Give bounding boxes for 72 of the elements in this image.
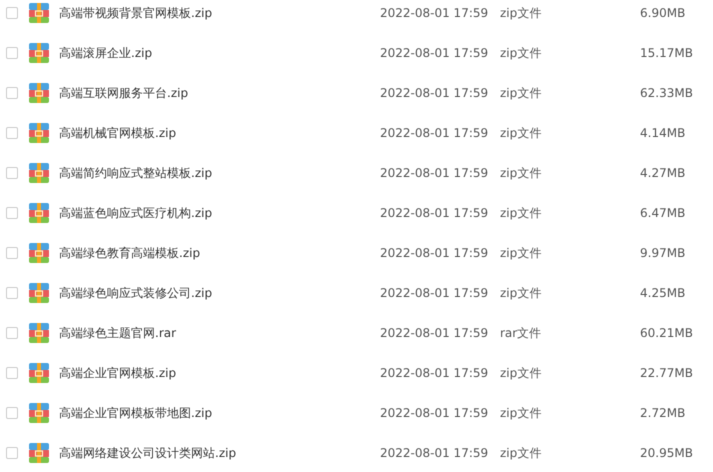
checkbox[interactable]	[6, 367, 18, 379]
file-size: 6.90MB	[640, 6, 686, 20]
checkbox[interactable]	[6, 47, 18, 59]
file-name[interactable]: 高端机械官网模板.zip	[59, 124, 380, 142]
file-type: zip文件	[500, 364, 542, 382]
file-type: zip文件	[500, 444, 542, 462]
file-name[interactable]: 高端带视频背景官网模板.zip	[59, 4, 380, 22]
checkbox[interactable]	[6, 127, 18, 139]
modified-date: 2022-08-01 17:59	[380, 6, 490, 20]
file-type: zip文件	[500, 4, 542, 22]
file-size: 22.77MB	[640, 366, 693, 380]
file-type: zip文件	[500, 44, 542, 62]
modified-date: 2022-08-01 17:59	[380, 446, 490, 460]
file-size: 60.21MB	[640, 326, 693, 340]
checkbox[interactable]	[6, 7, 18, 19]
archive-icon	[29, 203, 49, 223]
archive-icon	[29, 123, 49, 143]
modified-date: 2022-08-01 17:59	[380, 286, 490, 300]
file-type: zip文件	[500, 204, 542, 222]
file-type: zip文件	[500, 244, 542, 262]
file-size: 9.97MB	[640, 246, 686, 260]
modified-date: 2022-08-01 17:59	[380, 406, 490, 420]
file-size: 6.47MB	[640, 206, 686, 220]
file-name[interactable]: 高端互联网服务平台.zip	[59, 84, 380, 102]
checkbox[interactable]	[6, 247, 18, 259]
checkbox[interactable]	[6, 167, 18, 179]
checkbox[interactable]	[6, 207, 18, 219]
file-type: zip文件	[500, 284, 542, 302]
file-name[interactable]: 高端绿色响应式装修公司.zip	[59, 284, 380, 302]
checkbox[interactable]	[6, 447, 18, 459]
file-size: 62.33MB	[640, 86, 693, 100]
file-name[interactable]: 高端绿色教育高端模板.zip	[59, 244, 380, 262]
file-type: zip文件	[500, 164, 542, 182]
file-size: 4.14MB	[640, 126, 686, 140]
file-name[interactable]: 高端绿色主题官网.rar	[59, 324, 380, 342]
modified-date: 2022-08-01 17:59	[380, 326, 490, 340]
modified-date: 2022-08-01 17:59	[380, 206, 490, 220]
file-size: 20.95MB	[640, 446, 693, 460]
file-name[interactable]: 高端简约响应式整站模板.zip	[59, 164, 380, 182]
checkbox[interactable]	[6, 407, 18, 419]
archive-icon	[29, 363, 49, 383]
archive-icon	[29, 283, 49, 303]
file-name[interactable]: 高端企业官网模板.zip	[59, 364, 380, 382]
archive-icon	[29, 243, 49, 263]
file-size: 2.72MB	[640, 406, 686, 420]
archive-icon	[29, 163, 49, 183]
checkbox[interactable]	[6, 287, 18, 299]
modified-date: 2022-08-01 17:59	[380, 46, 490, 60]
file-size: 15.17MB	[640, 46, 693, 60]
modified-date: 2022-08-01 17:59	[380, 86, 490, 100]
file-type: zip文件	[500, 124, 542, 142]
archive-icon	[29, 323, 49, 343]
archive-icon	[29, 403, 49, 423]
archive-icon	[29, 43, 49, 63]
file-type: zip文件	[500, 404, 542, 422]
checkbox[interactable]	[6, 87, 18, 99]
modified-date: 2022-08-01 17:59	[380, 126, 490, 140]
checkbox[interactable]	[6, 327, 18, 339]
modified-date: 2022-08-01 17:59	[380, 366, 490, 380]
file-name[interactable]: 高端企业官网模板带地图.zip	[59, 404, 380, 422]
modified-date: 2022-08-01 17:59	[380, 166, 490, 180]
file-size: 4.25MB	[640, 286, 686, 300]
archive-icon	[29, 83, 49, 103]
file-type: zip文件	[500, 84, 542, 102]
modified-date: 2022-08-01 17:59	[380, 246, 490, 260]
file-type: rar文件	[500, 324, 542, 342]
archive-icon	[29, 443, 49, 463]
archive-icon	[29, 3, 49, 23]
file-name[interactable]: 高端滚屏企业.zip	[59, 44, 380, 62]
file-name[interactable]: 高端网络建设公司设计类网站.zip	[59, 444, 380, 462]
file-name[interactable]: 高端蓝色响应式医疗机构.zip	[59, 204, 380, 222]
file-size: 4.27MB	[640, 166, 686, 180]
